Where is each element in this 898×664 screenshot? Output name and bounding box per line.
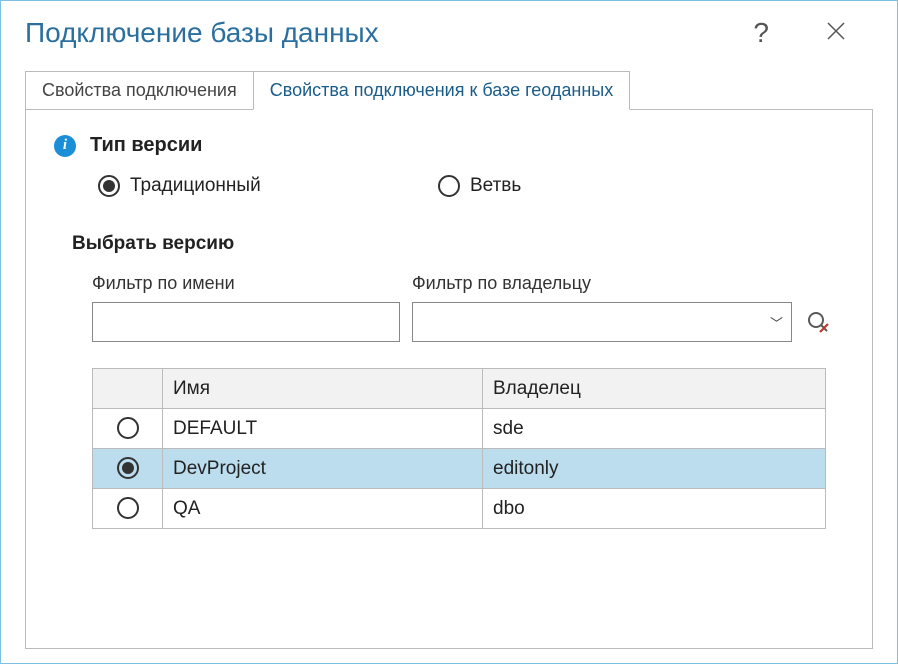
radio-traditional-indicator <box>98 175 120 197</box>
help-button[interactable]: ? <box>745 15 777 51</box>
info-icon: i <box>54 135 76 157</box>
cell-name: DEFAULT <box>163 409 483 449</box>
select-version-label: Выбрать версию <box>72 233 844 255</box>
table-row[interactable]: DEFAULT sde <box>93 409 826 449</box>
cell-name: QA <box>163 489 483 529</box>
tabs: Свойства подключения Свойства подключени… <box>25 71 873 109</box>
radio-traditional[interactable]: Традиционный <box>98 175 438 197</box>
filter-by-name: Фильтр по имени <box>92 273 400 342</box>
cell-owner: editonly <box>483 449 826 489</box>
dialog-window: Подключение базы данных ? Свойства подкл… <box>0 0 898 664</box>
version-type-label: Тип версии <box>90 134 202 157</box>
table-header-select <box>93 369 163 409</box>
filter-by-owner-combo[interactable]: ﹀ <box>412 302 792 342</box>
chevron-down-icon: ﹀ <box>770 313 783 332</box>
close-button[interactable] <box>817 16 855 50</box>
cell-owner: dbo <box>483 489 826 529</box>
table-header-name[interactable]: Имя <box>163 369 483 409</box>
row-radio[interactable] <box>117 457 139 479</box>
table-header-owner[interactable]: Владелец <box>483 369 826 409</box>
clear-filter-button[interactable] <box>804 308 832 336</box>
tabs-container: Свойства подключения Свойства подключени… <box>25 71 873 649</box>
version-type-radio-group: Традиционный Ветвь <box>98 175 844 197</box>
filter-by-name-input[interactable] <box>92 302 400 342</box>
table-header-row: Имя Владелец <box>93 369 826 409</box>
tab-panel-geodb: i Тип версии Традиционный Ветвь Выбрать … <box>25 109 873 649</box>
cell-name: DevProject <box>163 449 483 489</box>
title-controls: ? <box>745 15 873 51</box>
filter-by-owner: Фильтр по владельцу ﹀ <box>412 273 792 342</box>
row-radio[interactable] <box>117 417 139 439</box>
tab-geodb-properties[interactable]: Свойства подключения к базе геоданных <box>253 71 631 110</box>
search-clear-icon <box>805 309 831 335</box>
radio-branch-label: Ветвь <box>470 175 521 197</box>
table-row[interactable]: QA dbo <box>93 489 826 529</box>
row-radio[interactable] <box>117 497 139 519</box>
filter-by-name-label: Фильтр по имени <box>92 273 400 294</box>
cell-owner: sde <box>483 409 826 449</box>
close-icon <box>825 20 847 42</box>
dialog-title: Подключение базы данных <box>25 17 379 49</box>
radio-branch-indicator <box>438 175 460 197</box>
radio-traditional-label: Традиционный <box>130 175 261 197</box>
filter-by-owner-label: Фильтр по владельцу <box>412 273 792 294</box>
filter-row: Фильтр по имени Фильтр по владельцу ﹀ <box>92 273 844 342</box>
titlebar: Подключение базы данных ? <box>1 1 897 61</box>
version-type-header: i Тип версии <box>54 134 844 157</box>
version-table: Имя Владелец DEFAULT sde DevProject edit… <box>92 368 826 529</box>
radio-branch[interactable]: Ветвь <box>438 175 521 197</box>
table-row[interactable]: DevProject editonly <box>93 449 826 489</box>
tab-connection-properties[interactable]: Свойства подключения <box>25 71 254 109</box>
